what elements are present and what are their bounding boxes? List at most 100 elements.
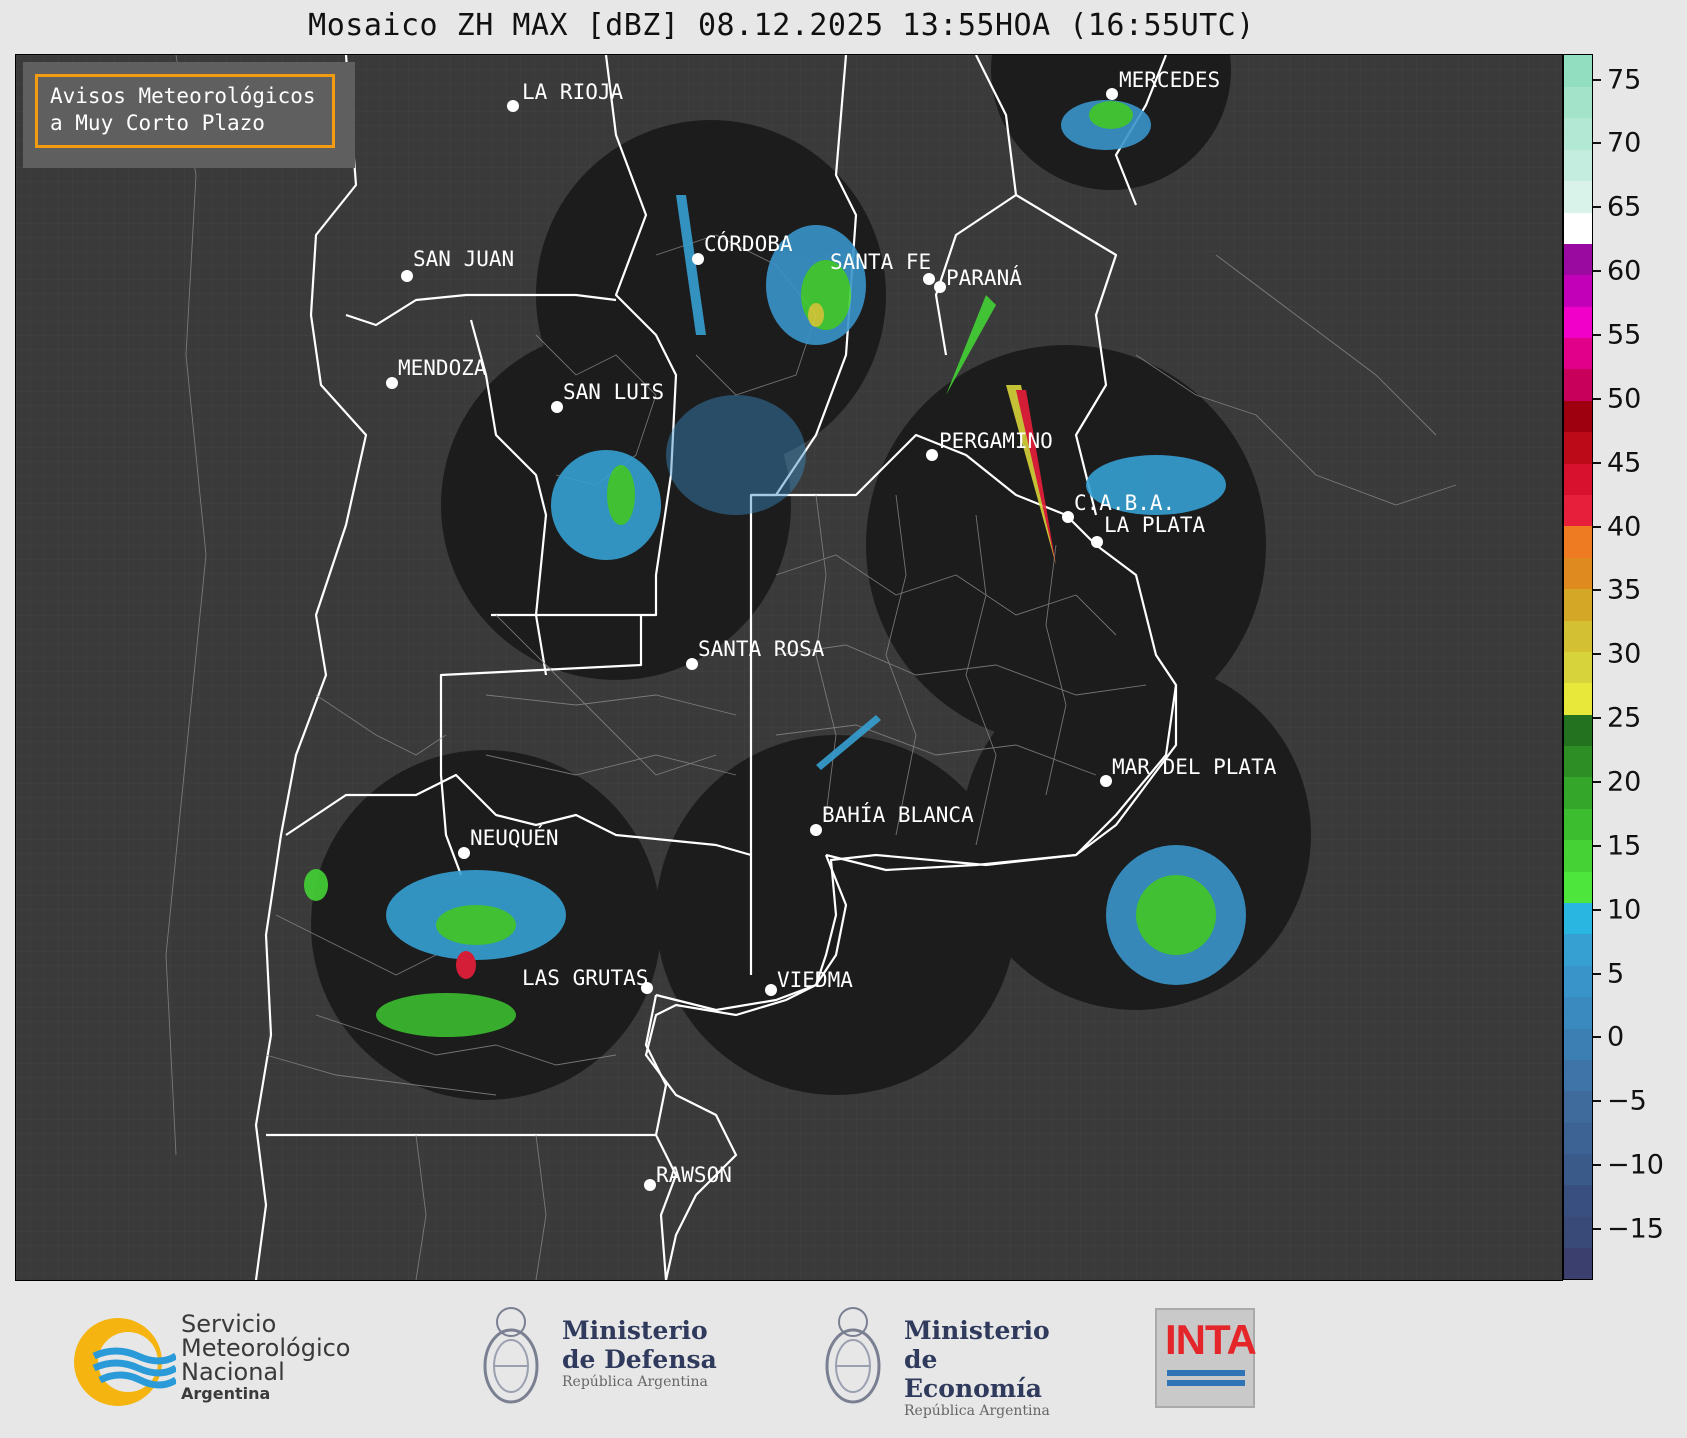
colorbar-tick-label: 10 (1607, 894, 1642, 926)
colorbar-tick (1593, 1036, 1601, 1039)
economia-line-3: República Argentina (904, 1403, 1050, 1419)
economia-line-1: Ministerio (904, 1316, 1050, 1345)
city-marker (458, 847, 470, 859)
colorbar-tick-label: 0 (1607, 1021, 1625, 1053)
colorbar-tick-label: 30 (1607, 638, 1642, 670)
colorbar-segment (1564, 149, 1592, 182)
colorbar-segment (1564, 1027, 1592, 1060)
colorbar-tick-label: 45 (1607, 447, 1642, 479)
defensa-logo: Ministerio de Defensa República Argentin… (478, 1298, 738, 1418)
colorbar-tick-label: −5 (1607, 1085, 1647, 1117)
city-label: LAS GRUTAS (522, 966, 648, 990)
defensa-line-3: República Argentina (562, 1374, 708, 1390)
city-label: PERGAMINO (939, 429, 1053, 453)
colorbar-segment (1564, 933, 1592, 966)
smn-line-2: Meteorológico (181, 1334, 351, 1362)
smn-emblem-icon (74, 1318, 176, 1406)
colorbar-segment (1564, 1184, 1592, 1217)
colorbar-tick-label: 40 (1607, 511, 1642, 543)
inta-stripe-icon (1167, 1370, 1245, 1376)
colorbar-tick-label: 60 (1607, 255, 1642, 287)
colorbar-segment (1564, 1216, 1592, 1249)
colorbar-tick-label: −15 (1607, 1213, 1664, 1245)
colorbar-tick-label: −10 (1607, 1149, 1664, 1181)
colorbar-segment (1564, 808, 1592, 841)
city-marker (934, 281, 946, 293)
colorbar-segment (1564, 1153, 1592, 1186)
colorbar-segment (1564, 1090, 1592, 1123)
city-label: CÓRDOBA (704, 231, 793, 256)
colorbar-tick-label: 15 (1607, 830, 1642, 862)
smn-line-1: Servicio (181, 1310, 277, 1338)
colorbar-segment (1564, 117, 1592, 150)
colorbar-segment (1564, 745, 1592, 778)
colorbar-tick (1593, 270, 1601, 273)
defensa-line-1: Ministerio (562, 1316, 708, 1345)
colorbar-tick (1593, 972, 1601, 975)
city-marker (692, 253, 704, 265)
city-label: LA PLATA (1104, 513, 1206, 537)
economia-logo: Ministerio de Economía República Argenti… (820, 1298, 1080, 1419)
colorbar-tick-label: 75 (1607, 64, 1642, 96)
city-label: NEUQUÉN (470, 825, 559, 850)
city-marker (1062, 511, 1074, 523)
colorbar-tick-label: 5 (1607, 958, 1625, 989)
colorbar-tick (1593, 397, 1601, 400)
smn-line-3: Nacional (181, 1358, 285, 1386)
city-label: MENDOZA (398, 356, 487, 380)
colorbar-segment (1564, 682, 1592, 715)
colorbar-tick (1593, 589, 1601, 592)
colorbar-tick (1593, 1227, 1601, 1230)
colorbar-tick (1593, 780, 1601, 783)
inta-logo: INTA (1155, 1308, 1257, 1408)
economia-line-2: de Economía (904, 1345, 1042, 1403)
avisos-link[interactable]: Avisos Meteorológicos a Muy Corto Plazo (35, 74, 335, 148)
colorbar-ticks: 75 70 65 60 55 50 45 40 35 30 25 20 15 10 5 0 −5 −10 −15 (1593, 54, 1687, 1280)
city-marker (686, 658, 698, 670)
map-canvas: LA RIOJA SAN JUAN MENDOZA SAN LUIS CÓRDOBA SA… (16, 55, 1562, 1280)
city-label: MERCEDES (1119, 68, 1220, 92)
radar-map[interactable]: LA RIOJA SAN JUAN MENDOZA SAN LUIS CÓRDOBA SA… (15, 54, 1563, 1281)
colorbar-segment (1564, 651, 1592, 684)
colorbar-tick (1593, 908, 1601, 911)
colorbar-tick (1593, 461, 1601, 464)
colorbar-segment (1564, 243, 1592, 276)
colorbar-tick (1593, 142, 1601, 145)
city-label: PARANÁ (946, 265, 1022, 290)
city-marker (644, 1179, 656, 1191)
colorbar-segment (1564, 776, 1592, 809)
avisos-panel[interactable]: Avisos Meteorológicos a Muy Corto Plazo (23, 62, 355, 168)
city-marker (401, 270, 413, 282)
colorbar-segment (1564, 1247, 1592, 1279)
colorbar-segment (1564, 525, 1592, 558)
colorbar-tick-label: 35 (1607, 574, 1642, 606)
city-marker (1100, 775, 1112, 787)
colorbar-segment (1564, 400, 1592, 433)
colorbar-segment (1564, 306, 1592, 339)
city-label: SANTA ROSA (698, 637, 825, 661)
colorbar-segment (1564, 996, 1592, 1029)
colorbar-tick (1593, 333, 1601, 336)
city-marker (507, 100, 519, 112)
colorbar-segment (1564, 86, 1592, 119)
colorbar-tick-label: 70 (1607, 127, 1642, 159)
defensa-line-2: de Defensa (562, 1345, 717, 1374)
colorbar-segment (1564, 965, 1592, 998)
city-marker (923, 273, 935, 285)
colorbar-segment (1564, 494, 1592, 527)
city-label: VIEDMA (777, 968, 853, 992)
city-label: RAWSON (656, 1163, 732, 1187)
colorbar-tick (1593, 1164, 1601, 1167)
colorbar-segment (1564, 55, 1592, 87)
colorbar-tick (1593, 525, 1601, 528)
colorbar-tick-label: 25 (1607, 702, 1642, 734)
smn-line-4: Argentina (181, 1384, 271, 1403)
map-title: Mosaico ZH MAX [dBZ] 08.12.2025 13:55HOA… (308, 8, 1255, 43)
colorbar-tick (1593, 844, 1601, 847)
colorbar-segment (1564, 368, 1592, 401)
colorbar-segment (1564, 1122, 1592, 1155)
colorbar-segment (1564, 588, 1592, 621)
city-marker (765, 984, 777, 996)
colorbar-segment (1564, 839, 1592, 872)
colorbar (1563, 54, 1593, 1280)
